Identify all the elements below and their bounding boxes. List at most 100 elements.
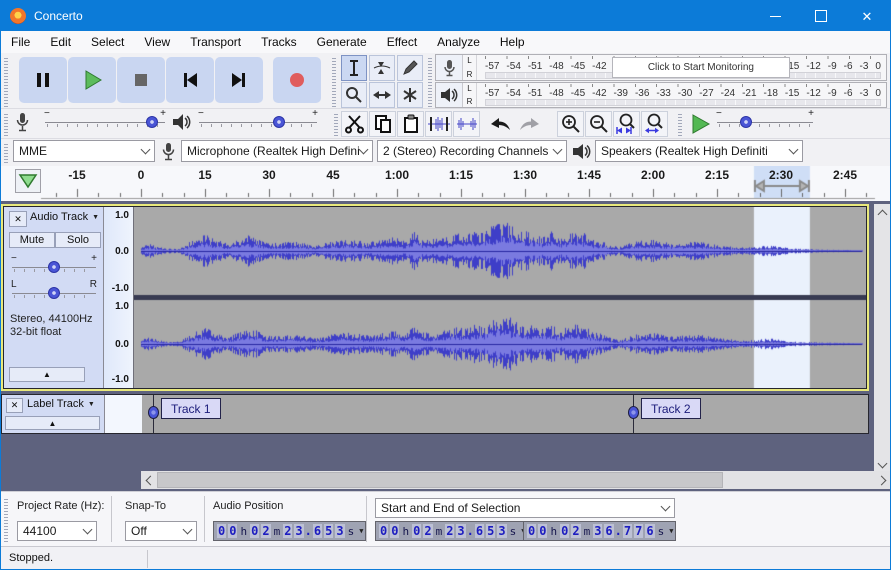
selection-start-field[interactable]: 00h02m23.653s▼ — [375, 521, 529, 541]
trim-audio-button[interactable] — [425, 111, 452, 137]
menu-item-transport[interactable]: Transport — [180, 35, 251, 49]
menu-item-edit[interactable]: Edit — [40, 35, 81, 49]
draw-tool-button[interactable] — [397, 55, 423, 81]
timeline-ruler[interactable]: -15 0 15 30 45 1:00 1:15 1:30 1:45 2:00 2:15 2:30 2:… — [1, 166, 890, 201]
label-text-1[interactable]: Track 1 — [160, 398, 221, 419]
timeline-ticks[interactable] — [1, 166, 890, 201]
play-speed-slider[interactable]: − + — [716, 108, 814, 133]
timeshift-tool-icon — [373, 91, 391, 99]
playback-meter[interactable]: LR -57 -54 -51 -48 -45 -42 -39 -36 -33 -30 -27 -24-… — [435, 82, 887, 108]
recording-device-select[interactable]: Microphone (Realtek High Defini — [181, 140, 373, 162]
menu-item-select[interactable]: Select — [81, 35, 134, 49]
zoom-selection-button[interactable] — [613, 111, 640, 137]
redo-button[interactable] — [515, 111, 542, 137]
play-at-speed-button[interactable] — [686, 111, 713, 137]
snap-to-select[interactable]: Off — [125, 521, 197, 541]
menu-item-analyze[interactable]: Analyze — [427, 35, 490, 49]
transport-toolbar-grip[interactable] — [4, 57, 8, 107]
project-rate-select[interactable]: 44100 — [17, 521, 97, 541]
track-gain-thumb[interactable] — [48, 261, 60, 273]
selection-toolbar-grip[interactable] — [4, 497, 8, 542]
playback-meter-speaker-button[interactable] — [436, 83, 463, 107]
skip-end-icon — [232, 73, 245, 87]
recording-volume-thumb[interactable] — [145, 116, 158, 128]
label-handle-2[interactable] — [627, 406, 639, 419]
label-track[interactable]: Track 1 Track 2 ✕ Label Track ▼ ▲ — [1, 394, 869, 434]
playback-volume-slider[interactable]: − + — [198, 108, 318, 133]
minimize-button[interactable] — [752, 1, 798, 31]
label-track-title-menu[interactable]: Label Track ▼ — [27, 398, 95, 410]
label-text-2[interactable]: Track 2 — [640, 398, 701, 419]
envelope-tool-button[interactable] — [369, 55, 395, 81]
edit-toolbar-grip[interactable] — [334, 112, 338, 136]
zoom-out-button[interactable] — [585, 111, 612, 137]
skip-to-end-button[interactable] — [215, 57, 263, 103]
recording-channels-select[interactable]: 2 (Stereo) Recording Channels — [377, 140, 567, 162]
timeshift-tool-button[interactable] — [369, 82, 395, 108]
undo-button[interactable] — [487, 111, 514, 137]
menu-item-file[interactable]: File — [1, 35, 40, 49]
skip-to-start-button[interactable] — [166, 57, 214, 103]
label-track-close-button[interactable]: ✕ — [6, 398, 23, 413]
recording-meter-mic-button[interactable] — [436, 55, 463, 80]
play-at-speed-toolbar-grip[interactable] — [678, 112, 682, 136]
cut-button[interactable] — [341, 111, 368, 137]
record-button[interactable] — [273, 57, 321, 103]
mute-button[interactable]: Mute — [9, 232, 55, 248]
pause-button[interactable] — [19, 57, 67, 103]
selection-tool-button[interactable] — [341, 55, 367, 81]
recording-meter[interactable]: LR -57-54-51-48-45-42-39-36-33-30-27-24-… — [435, 54, 887, 81]
label-handle-1[interactable] — [147, 406, 159, 419]
horizontal-scrollbar-thumb[interactable] — [157, 472, 723, 488]
scroll-down-arrow[interactable] — [874, 455, 890, 471]
mixer-toolbar-grip[interactable] — [4, 112, 8, 136]
zoom-tool-button[interactable] — [341, 82, 367, 108]
monitoring-overlay[interactable]: Click to Start Monitoring — [611, 57, 790, 78]
playback-device-select[interactable]: Speakers (Realtek High Definiti — [595, 140, 803, 162]
track-pan-slider[interactable]: LR — [11, 279, 97, 304]
silence-audio-button[interactable] — [453, 111, 480, 137]
playback-volume-thumb[interactable] — [273, 116, 286, 128]
play-speed-thumb[interactable] — [739, 116, 752, 128]
audio-host-select[interactable]: MME — [13, 140, 155, 162]
menu-item-generate[interactable]: Generate — [307, 35, 377, 49]
menu-item-view[interactable]: View — [134, 35, 180, 49]
solo-button[interactable]: Solo — [55, 232, 101, 248]
multi-tool-button[interactable] — [397, 82, 423, 108]
waveform-canvas[interactable] — [134, 207, 866, 388]
timefield-dropdown-arrow[interactable]: ▼ — [669, 527, 673, 535]
tools-toolbar-grip[interactable] — [332, 57, 336, 107]
vertical-scrollbar[interactable] — [874, 204, 890, 471]
meter-db--36: -36 — [634, 88, 650, 99]
audio-position-field[interactable]: 0 0 h 0 2 m 2 3. 6 5 3 s ▼ — [213, 521, 367, 541]
maximize-button[interactable] — [798, 1, 844, 31]
track-area[interactable]: ✕ Audio Track ▼ Mute Solo − + LR Stereo, 4… — [1, 201, 890, 491]
device-toolbar-grip[interactable] — [4, 142, 8, 163]
play-button[interactable] — [68, 57, 116, 103]
recording-volume-slider[interactable]: − + — [44, 108, 166, 133]
copy-button[interactable] — [369, 111, 396, 137]
scroll-up-arrow[interactable] — [874, 204, 890, 220]
close-button[interactable]: ✕ — [844, 1, 890, 31]
timefield-dropdown-arrow[interactable]: ▼ — [359, 527, 363, 535]
horizontal-scrollbar[interactable] — [141, 471, 890, 489]
zoom-fit-button[interactable] — [641, 111, 668, 137]
menu-item-help[interactable]: Help — [490, 35, 535, 49]
selection-end-field[interactable]: 0 0 h 0 2 m 3 6. 7 7 6 s ▼ — [523, 521, 677, 541]
track-pan-thumb[interactable] — [48, 287, 60, 299]
scroll-right-arrow[interactable] — [875, 472, 890, 488]
stop-button[interactable] — [117, 57, 165, 103]
audio-track-close-button[interactable]: ✕ — [9, 211, 27, 227]
menu-item-effect[interactable]: Effect — [377, 35, 427, 49]
selection-mode-select[interactable]: Start and End of Selection — [375, 498, 675, 518]
track-collapse-button[interactable]: ▲ — [9, 367, 85, 382]
menu-item-tracks[interactable]: Tracks — [251, 35, 307, 49]
paste-button[interactable] — [397, 111, 424, 137]
label-track-collapse-button[interactable]: ▲ — [5, 416, 100, 430]
timeline-options-button[interactable] — [15, 169, 41, 193]
track-gain-slider[interactable]: − + — [11, 253, 97, 278]
zoom-in-button[interactable] — [557, 111, 584, 137]
audio-track-title-menu[interactable]: Audio Track ▼ — [30, 211, 99, 223]
scroll-left-arrow[interactable] — [141, 472, 157, 488]
meter-toolbar-grip[interactable] — [428, 57, 432, 107]
